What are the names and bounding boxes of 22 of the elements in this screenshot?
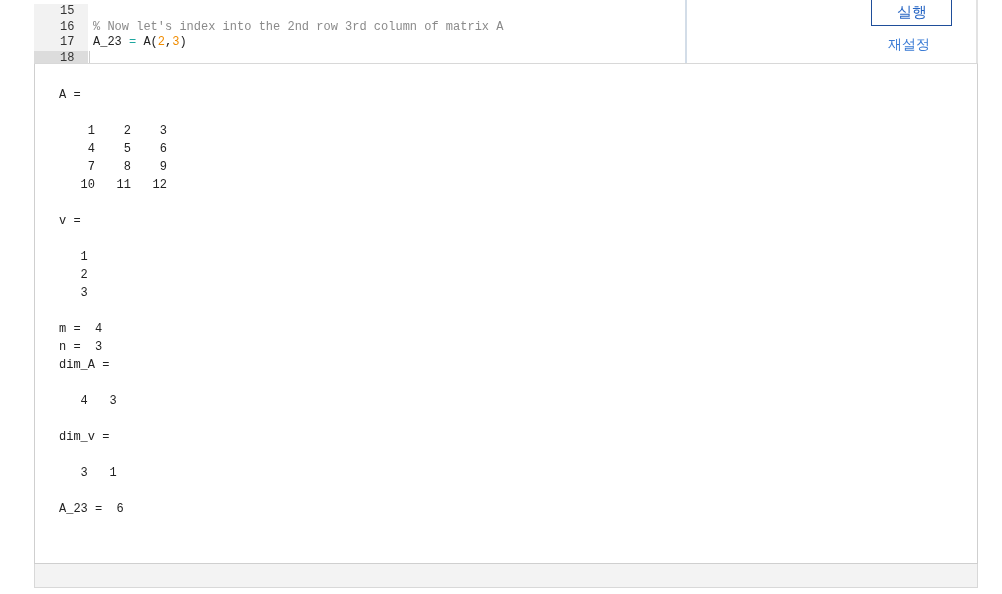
- line-number: 17: [34, 35, 88, 51]
- code-line: % Now let's index into the 2nd row 3rd column of matrix A: [93, 19, 504, 34]
- output-line: 10 11 12: [79, 178, 168, 192]
- output-line: 1 2 3: [86, 124, 168, 138]
- reset-link[interactable]: 재설정: [888, 34, 930, 55]
- output-line: 2: [79, 268, 88, 282]
- output-line: 7 8 9: [86, 160, 168, 174]
- output-line: A =: [59, 88, 81, 102]
- output-line: A_23 = 6: [59, 502, 124, 516]
- output-line: 1: [79, 250, 88, 264]
- run-button[interactable]: 실행: [871, 0, 952, 26]
- output-line: 3 1: [79, 466, 117, 480]
- output-line: 4 3: [79, 394, 117, 408]
- output-line: 3: [79, 286, 88, 300]
- code-line: A_23 = A(2,3): [93, 35, 187, 49]
- output-line: n = 3: [59, 340, 103, 354]
- output-line: dim_v =: [59, 430, 110, 444]
- output-line: 4 5 6: [86, 142, 168, 156]
- output-line: dim_A =: [59, 358, 110, 372]
- output-line: v =: [59, 214, 81, 228]
- line-number: 15: [34, 4, 88, 20]
- output-line: m = 4: [59, 322, 103, 336]
